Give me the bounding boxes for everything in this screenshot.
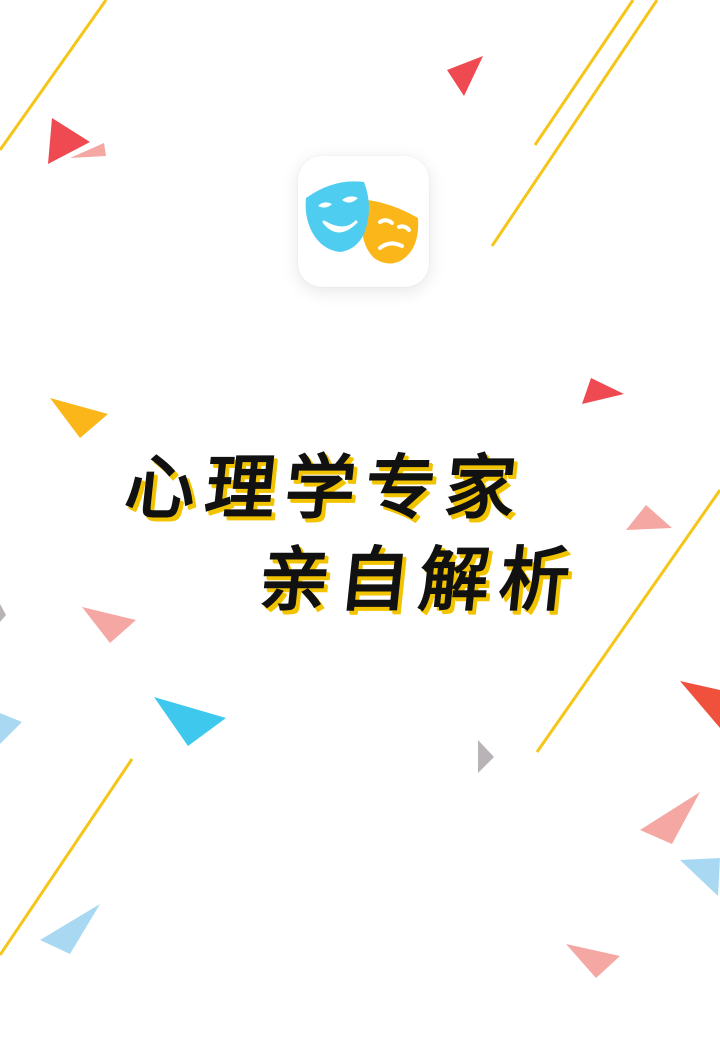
app-icon [298,156,429,287]
decor-triangle [680,681,720,728]
decor-triangle [0,713,22,744]
decor-line [533,0,635,146]
headline-line-1: 心理学专家 [121,446,530,529]
decor-triangle [50,398,108,438]
theater-masks-icon [305,181,419,264]
splash-screen: 心理学专家 亲自解析 [0,0,720,1056]
headline-line-2: 亲自解析 [255,538,584,621]
decor-triangle [478,740,494,773]
decor-line [490,0,659,247]
decor-triangle [566,944,620,978]
decor-triangle [582,378,624,404]
decor-triangle [154,697,226,746]
decor-triangle [447,56,483,96]
decor-triangle [82,607,136,643]
decor-triangle [40,904,100,954]
decor-triangle [640,792,700,844]
decor-triangle [0,604,6,622]
mask-front [305,181,369,252]
decor-triangle [680,858,720,896]
decor-triangle [626,505,672,530]
